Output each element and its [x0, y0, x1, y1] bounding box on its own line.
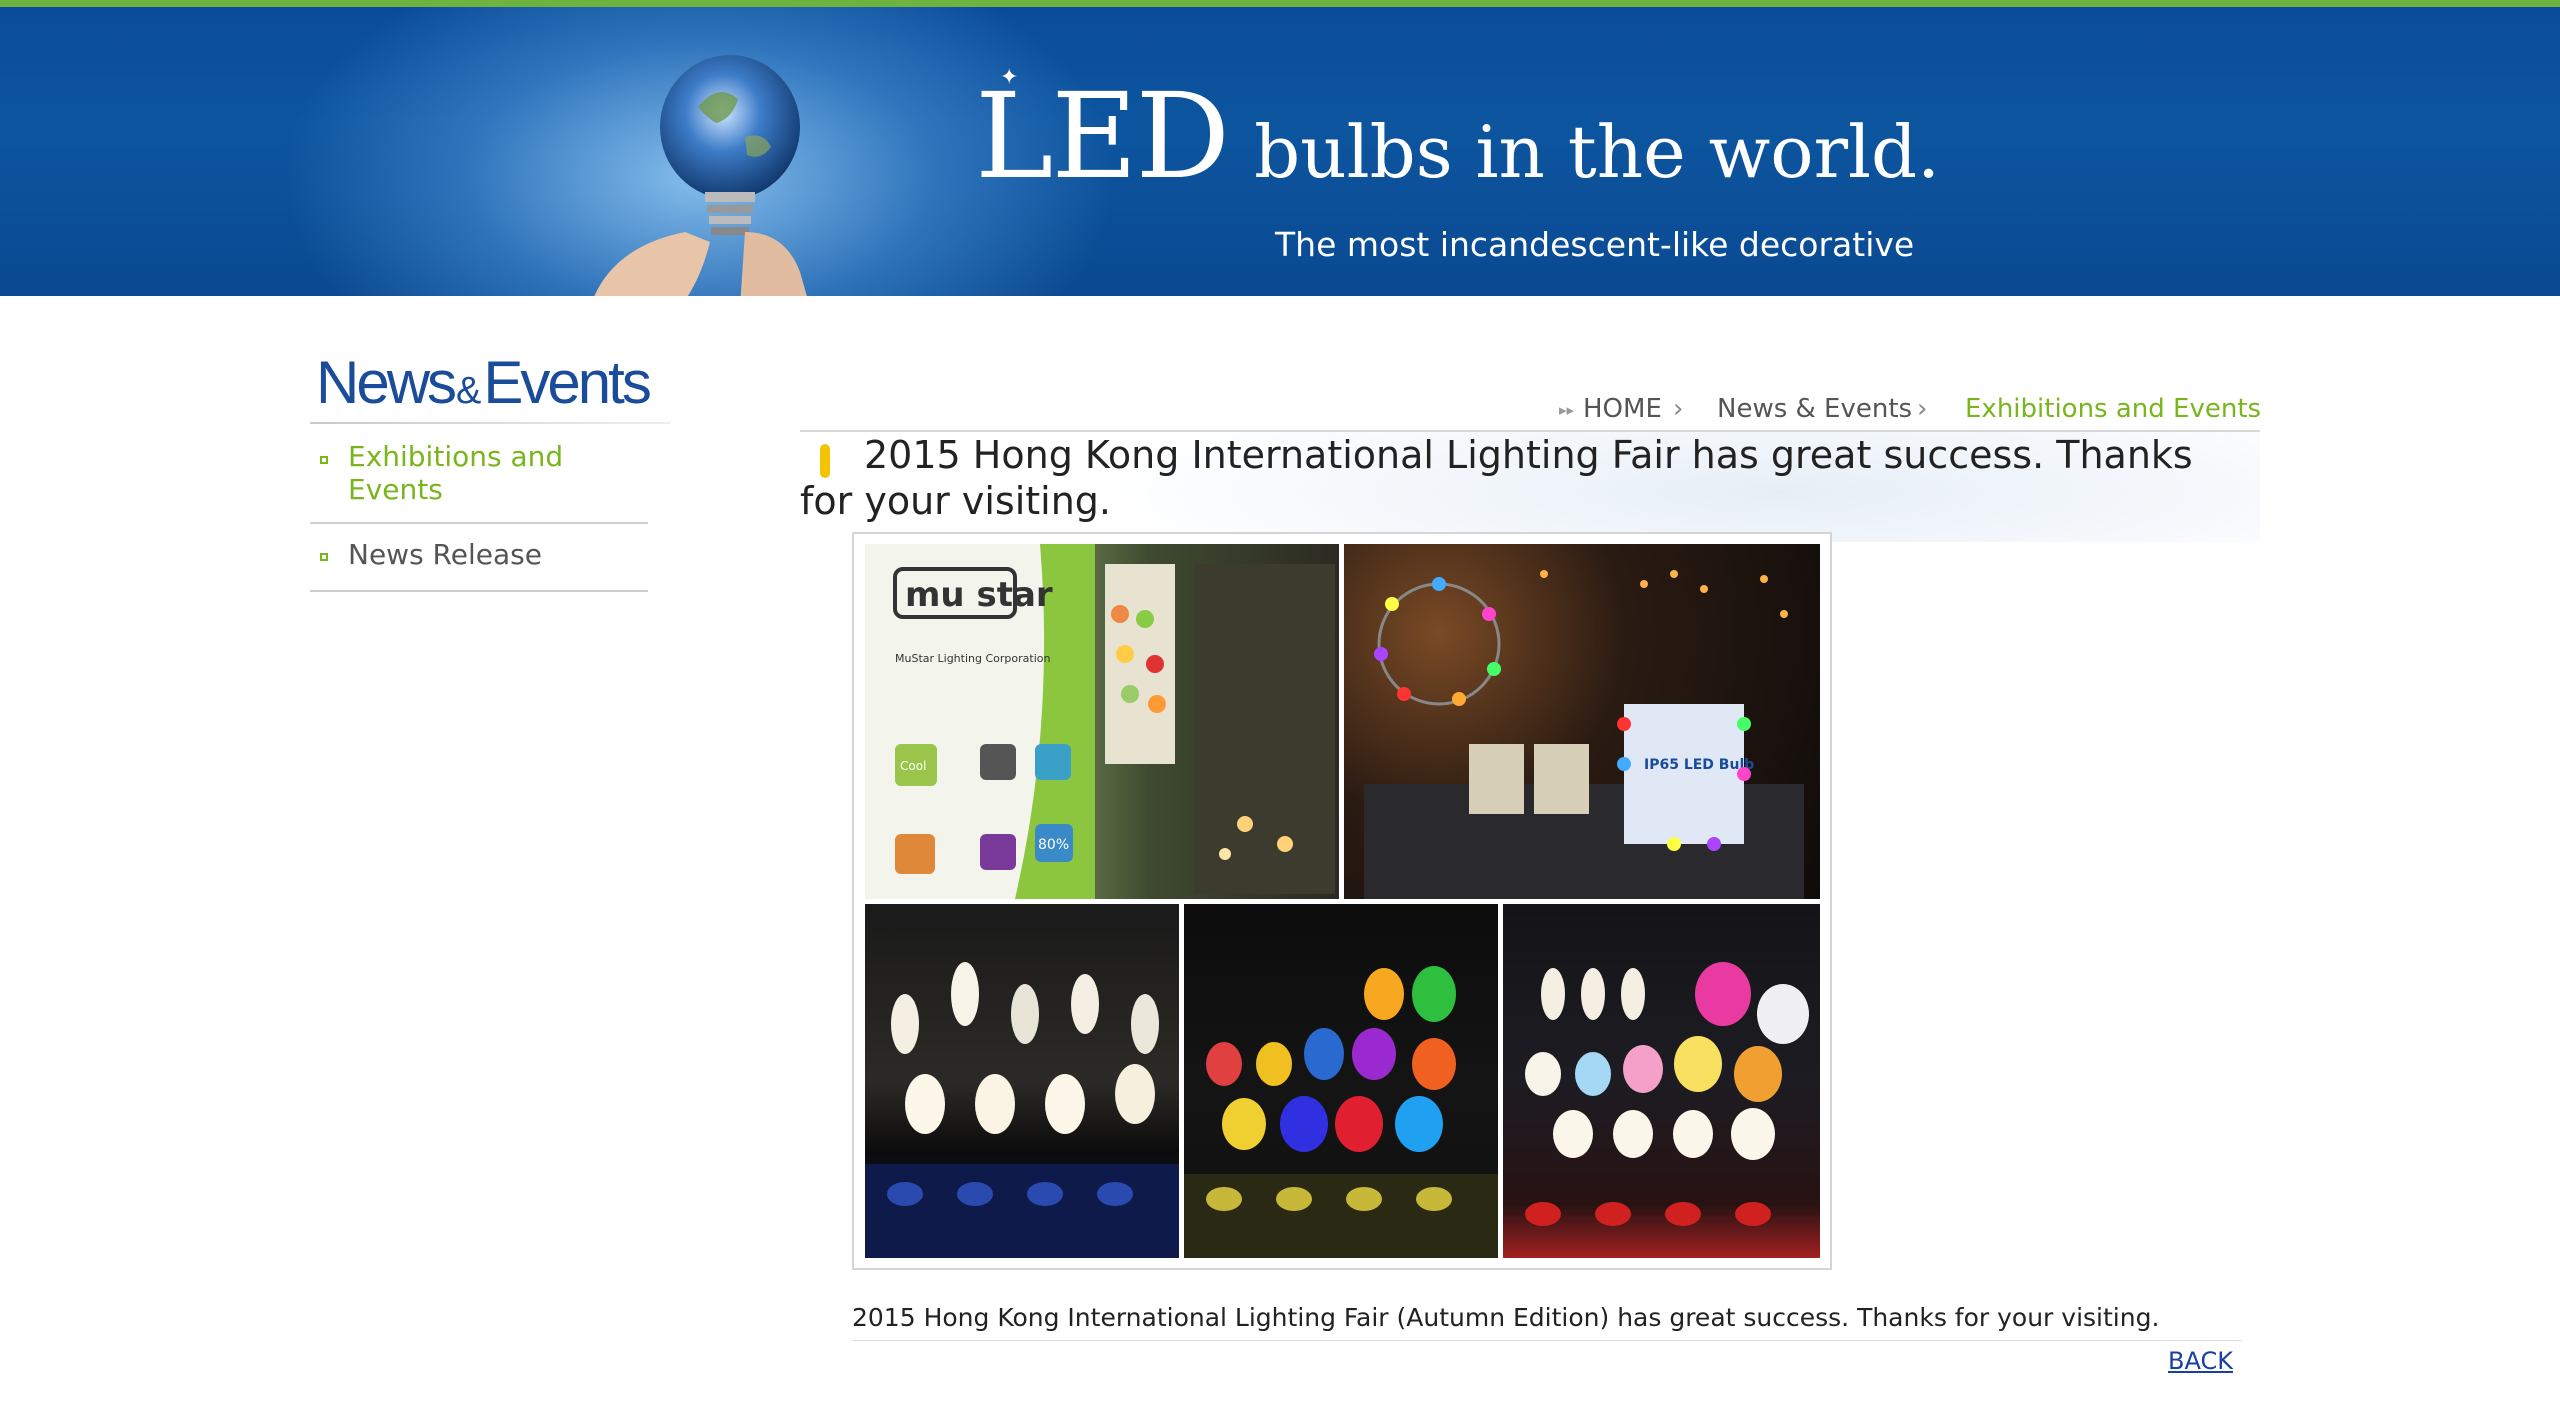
banner-title-rest: bulbs in the world.: [1254, 110, 1941, 194]
booth-brand-sub-text: MuStar Lighting Corporation: [895, 652, 1050, 665]
mixed-bulbs-art: [1525, 962, 1809, 1226]
booth-photo-art: mu star MuStar Lighting Corporation Cool…: [865, 544, 1335, 899]
sidebar-title-events: Events: [483, 349, 651, 416]
candle-bulbs-art: [865, 962, 1179, 1258]
banner-title-led: LED: [975, 67, 1230, 205]
article-headline: 2015 Hong Kong International Lighting Fa…: [800, 433, 2193, 523]
booth-photo: mu star MuStar Lighting Corporation Cool…: [865, 544, 1339, 899]
header-banner: ✦ LED bulbs in the world. The most incand…: [0, 7, 2560, 296]
sidebar-item-label[interactable]: News Release: [348, 538, 542, 571]
photo-collage: mu star MuStar Lighting Corporation Cool…: [852, 532, 1832, 1270]
sidebar-title-news: News: [316, 349, 457, 416]
sidebar-title: News&Events: [316, 348, 652, 417]
article-caption: 2015 Hong Kong International Lighting Fa…: [852, 1303, 2160, 1332]
chevron-right-icon: ›: [1917, 394, 1928, 424]
ferris-wheel-photo: IP65 LED Bulb: [1344, 544, 1820, 899]
square-bullet-icon: [320, 456, 328, 464]
breadcrumb-news-events[interactable]: News & Events: [1717, 394, 1912, 424]
sidebar-title-amp: &: [456, 370, 482, 412]
square-bullet-icon: [320, 553, 328, 561]
booth-badge-80: 80%: [1038, 837, 1069, 853]
booth-brand-text: mu star: [905, 575, 1053, 615]
sidebar-item-label[interactable]: Exhibitions and Events: [348, 440, 628, 506]
sidebar-item-news-release[interactable]: News Release: [310, 536, 648, 592]
breadcrumb-home[interactable]: HOME: [1583, 394, 1662, 424]
back-link[interactable]: BACK: [2168, 1347, 2233, 1375]
mixed-bulbs-photo: [1503, 904, 1820, 1258]
globe-lightbulb-icon: [594, 55, 807, 296]
double-arrow-icon: ▸▸: [1559, 401, 1575, 419]
ferris-wheel-art: IP65 LED Bulb: [1364, 570, 1804, 899]
sidebar-title-divider: [310, 422, 670, 424]
colored-bulbs-art: [1184, 966, 1498, 1258]
chevron-right-icon: ›: [1673, 394, 1684, 424]
caption-divider: [852, 1340, 2242, 1341]
ip65-sign-text: IP65 LED Bulb: [1644, 757, 1754, 773]
banner-title: LED bulbs in the world.: [975, 67, 1940, 205]
sidebar-item-exhibitions[interactable]: Exhibitions and Events: [310, 440, 648, 524]
candle-bulbs-photo: [865, 904, 1179, 1258]
breadcrumb-current[interactable]: Exhibitions and Events: [1965, 394, 2261, 424]
top-accent-line: [0, 0, 2560, 7]
booth-badge-cool: Cool: [900, 759, 926, 773]
colored-bulbs-photo: [1184, 904, 1498, 1258]
banner-subtitle: The most incandescent-like decorative: [1275, 225, 1915, 264]
